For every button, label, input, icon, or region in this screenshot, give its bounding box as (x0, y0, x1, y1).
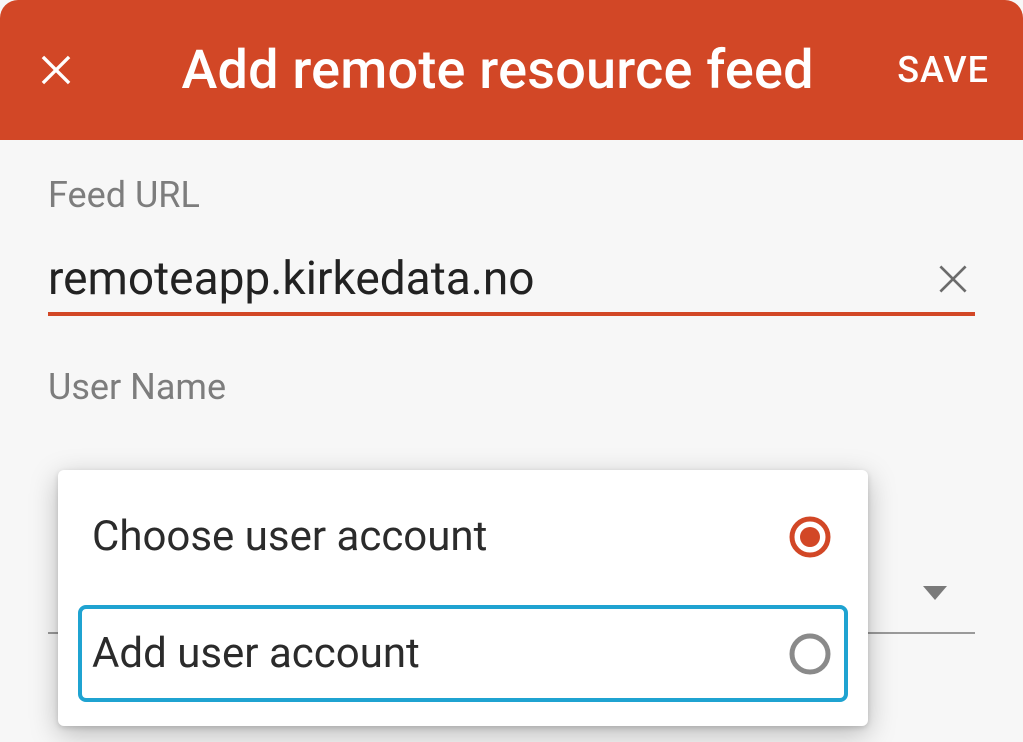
radio-unselected-icon (788, 632, 832, 676)
feed-url-label: Feed URL (48, 174, 975, 216)
user-name-label: User Name (48, 366, 975, 408)
chevron-down-icon (923, 586, 947, 600)
option-add-user-account[interactable]: Add user account (78, 605, 848, 702)
radio-selected-icon (788, 515, 832, 559)
feed-url-field[interactable] (48, 252, 975, 316)
user-account-options-panel: Choose user account Add user account (58, 470, 868, 726)
save-button[interactable]: SAVE (893, 39, 993, 101)
clear-feed-url-button[interactable] (931, 257, 975, 301)
option-label: Choose user account (92, 512, 487, 561)
option-choose-user-account[interactable]: Choose user account (78, 488, 848, 585)
close-icon (39, 53, 73, 87)
close-button[interactable] (20, 34, 92, 106)
option-label: Add user account (92, 629, 420, 678)
app-bar: Add remote resource feed SAVE (0, 0, 1023, 140)
feed-url-input[interactable] (48, 252, 931, 306)
clear-icon (935, 261, 971, 297)
form-area: Feed URL User Name Choose user account A… (0, 140, 1023, 408)
screen-title: Add remote resource feed (92, 39, 893, 102)
